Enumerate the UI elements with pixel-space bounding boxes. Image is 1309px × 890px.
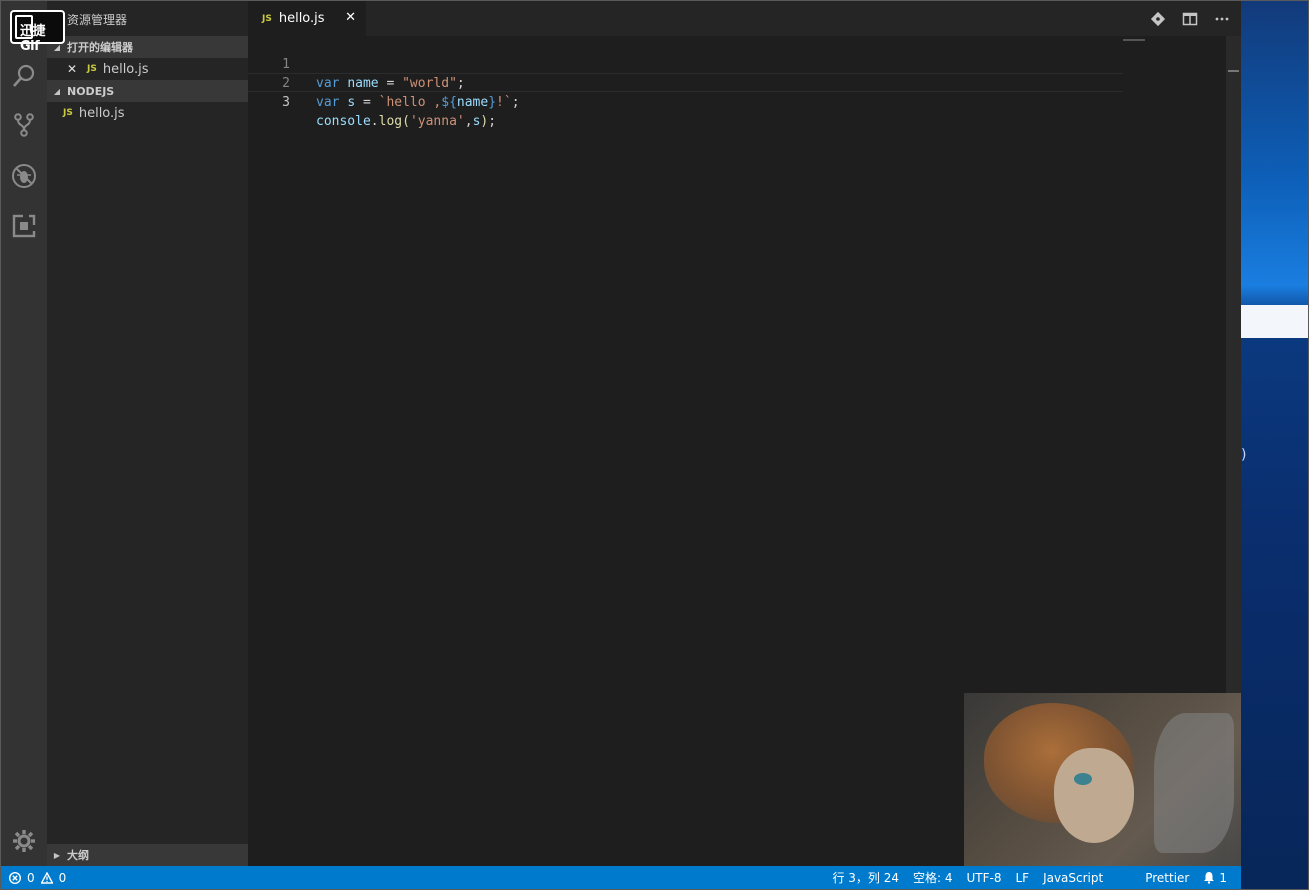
code-token: `hello , <box>378 95 442 110</box>
open-editors-header[interactable]: ◢ 打开的编辑器 <box>47 36 248 58</box>
code-token: ${ <box>441 95 457 110</box>
illustration-face <box>1054 748 1134 843</box>
minimap-line <box>1123 39 1145 41</box>
notifications[interactable]: 1 <box>1203 871 1227 885</box>
code-token: 'yanna' <box>409 114 465 129</box>
extensions-icon <box>12 214 36 238</box>
problems-indicator[interactable]: 0 0 <box>9 866 66 889</box>
code-line-current[interactable]: 3 console.log('yanna',s); <box>248 73 1123 129</box>
illustration-wing <box>1154 713 1234 853</box>
line-code: var s = `hello ,${name}!`; <box>316 93 520 112</box>
folder-header[interactable]: ◢ NODEJS <box>47 80 248 102</box>
explorer-sidebar: 资源管理器 ◢ 打开的编辑器 ✕ JS hello.js ◢ NODEJS JS… <box>47 1 248 866</box>
chevron-right-icon: ▶ <box>53 850 61 860</box>
desktop-background: ) <box>1241 1 1308 889</box>
tree-file-label: hello.js <box>78 105 125 121</box>
code-token: . <box>370 114 379 129</box>
code-line[interactable]: 1 var name = "world"; <box>248 36 1123 91</box>
code-token: console <box>316 114 371 129</box>
outline-header[interactable]: ▶ 大纲 <box>47 844 248 866</box>
tab-label: hello.js <box>278 11 325 26</box>
editor-tab-bar: JS hello.js ✕ <box>248 1 1241 36</box>
more-actions-button[interactable] <box>1211 8 1233 30</box>
code-token: } <box>488 95 497 110</box>
extensions-activity[interactable] <box>1 203 47 249</box>
code-token: ( <box>402 114 410 129</box>
manage-activity[interactable] <box>1 818 47 864</box>
tree-file-item[interactable]: JS hello.js <box>47 102 248 124</box>
recorder-badge-label: 迅捷Gif <box>20 24 46 54</box>
tab-hello-js[interactable]: JS hello.js ✕ <box>248 1 366 36</box>
bell-icon <box>1204 872 1215 884</box>
line-code: console.log('yanna',s); <box>316 112 496 131</box>
end-of-line[interactable]: LF <box>1015 871 1029 885</box>
open-changes-button[interactable] <box>1147 8 1169 30</box>
code-token: ; <box>511 95 520 110</box>
code-token: !` <box>496 95 512 110</box>
source-control-activity[interactable] <box>1 102 47 148</box>
close-icon[interactable]: ✕ <box>345 10 356 25</box>
chevron-down-icon: ◢ <box>53 86 61 96</box>
error-icon <box>9 871 21 884</box>
open-editor-label: hello.js <box>102 61 149 77</box>
open-changes-icon <box>1150 11 1166 26</box>
illustration-eye <box>1074 773 1092 785</box>
code-token: , <box>464 114 473 129</box>
status-right: 行 3，列 24 空格: 4 UTF-8 LF JavaScript Prett… <box>832 866 1227 889</box>
editor-actions <box>1147 1 1233 36</box>
anime-illustration <box>964 693 1241 866</box>
desktop-window-edge <box>1241 305 1308 338</box>
js-file-icon: JS <box>63 108 73 118</box>
split-editor-button[interactable] <box>1179 8 1201 30</box>
code-line[interactable]: 2 var s = `hello ,${name}!`; <box>248 55 1123 110</box>
split-editor-icon <box>1182 12 1198 25</box>
desktop-text-fragment: ) <box>1241 447 1247 463</box>
formatter[interactable]: Prettier <box>1145 871 1189 885</box>
language-mode[interactable]: JavaScript <box>1043 871 1103 885</box>
outline-label: 大纲 <box>67 849 89 862</box>
status-bar: 0 0 行 3，列 24 空格: 4 UTF-8 LF JavaScript P… <box>1 866 1241 889</box>
cursor-position[interactable]: 行 3，列 24 <box>832 869 899 886</box>
indentation[interactable]: 空格: 4 <box>913 869 953 886</box>
warning-count: 0 <box>58 870 67 885</box>
warning-icon <box>40 871 53 884</box>
notification-count: 1 <box>1219 870 1227 885</box>
open-editor-item[interactable]: ✕ JS hello.js <box>47 58 248 80</box>
scroll-thumb[interactable] <box>1228 70 1239 72</box>
code-token: = <box>355 95 379 110</box>
activity-bar <box>1 1 47 866</box>
code-token: var <box>316 95 340 110</box>
source-control-icon <box>14 113 34 137</box>
folder-label: NODEJS <box>67 84 115 98</box>
search-icon <box>13 64 35 87</box>
gear-icon <box>13 830 35 852</box>
recorder-badge: 迅捷Gif <box>10 10 65 54</box>
encoding[interactable]: UTF-8 <box>966 871 1001 885</box>
explorer-title: 资源管理器 <box>67 13 128 27</box>
code-token: ; <box>488 114 497 129</box>
code-token: log <box>378 114 403 129</box>
search-activity[interactable] <box>1 53 47 99</box>
open-editors-label: 打开的编辑器 <box>67 41 133 54</box>
code-token: s <box>347 95 356 110</box>
line-number: 3 <box>282 95 290 110</box>
error-count: 0 <box>27 870 35 885</box>
js-file-icon: JS <box>262 13 272 24</box>
code-token: name <box>456 95 489 110</box>
debug-icon <box>12 164 36 188</box>
debug-activity[interactable] <box>1 153 47 199</box>
close-icon[interactable]: ✕ <box>67 62 81 76</box>
js-file-icon: JS <box>87 64 97 74</box>
more-actions-icon <box>1215 17 1229 20</box>
